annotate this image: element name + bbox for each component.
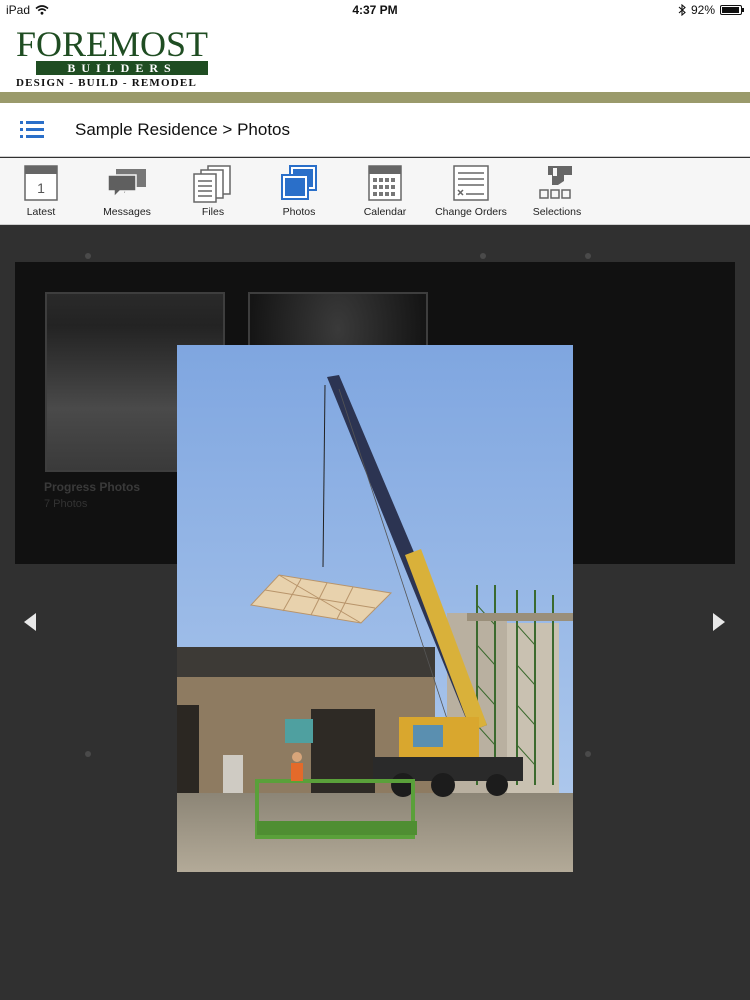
background-speck [85,253,91,259]
background-speck [585,253,591,259]
photos-icon [281,165,317,200]
menu-list-icon[interactable] [20,120,44,140]
tab-latest-label: Latest [26,206,56,218]
tab-change-orders-label: Change Orders [435,206,507,218]
next-photo-arrow[interactable] [713,613,725,631]
logo-header: FOREMOST BUILDERS DESIGN - BUILD - REMOD… [0,20,750,92]
album-title[interactable]: Progress Photos [44,480,140,494]
tab-messages-label: Messages [103,206,151,218]
calendar-day-icon: 1 [24,165,58,201]
tab-photos[interactable]: Photos [256,158,342,225]
background-speck [480,253,486,259]
tab-selections[interactable]: Selections [514,158,600,225]
calendar-grid-icon [368,165,402,201]
tab-files[interactable]: Files [170,158,256,225]
tab-messages[interactable]: Messages [84,158,170,225]
module-toolbar: 1 Latest Messages Files Photos Calendar … [0,158,750,225]
breadcrumb: Sample Residence > Photos [75,120,290,139]
previous-photo-arrow[interactable] [24,613,36,631]
battery-percent: 92% [690,3,715,17]
company-logo: FOREMOST BUILDERS DESIGN - BUILD - REMOD… [16,24,209,89]
chat-bubbles-icon [107,169,146,199]
tab-calendar-label: Calendar [363,206,407,218]
tab-latest[interactable]: 1 Latest [0,158,84,225]
status-time: 4:37 PM [352,3,398,17]
background-speck [585,751,591,757]
status-bar: iPad 4:37 PM 92% [0,0,750,20]
tab-selections-label: Selections [532,206,582,218]
tab-files-label: Files [201,206,225,218]
tab-calendar[interactable]: Calendar [342,158,428,225]
tab-photos-label: Photos [282,206,316,218]
battery-fill [722,7,739,13]
header-divider-band [0,92,750,103]
album-photo-count: 7 Photos [44,498,88,510]
status-right: 92% [678,3,744,17]
documents-icon [193,165,231,203]
battery-icon [720,5,744,15]
enlarged-photo[interactable] [177,345,573,872]
selections-hand-icon [539,166,572,199]
change-order-icon [453,165,489,201]
crane-lifting-roof-truss-photo [177,345,573,872]
latest-day-number: 1 [37,180,45,196]
tab-change-orders[interactable]: Change Orders [428,158,514,225]
logo-main-text: FOREMOST [16,24,209,64]
bluetooth-icon [678,4,686,16]
nav-bar: Sample Residence > Photos [0,103,750,157]
logo-tagline: DESIGN - BUILD - REMODEL [16,77,197,89]
background-speck [85,751,91,757]
